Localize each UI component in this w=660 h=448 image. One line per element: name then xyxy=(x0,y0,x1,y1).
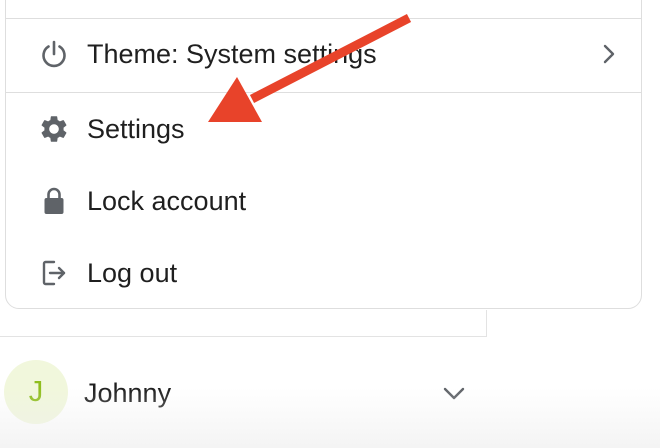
menu-item-lock-account[interactable]: Lock account xyxy=(6,172,641,230)
account-menu: Theme: System settings Settings Lock acc… xyxy=(5,0,642,309)
menu-item-settings[interactable]: Settings xyxy=(6,100,641,158)
menu-item-label: Lock account xyxy=(87,186,247,216)
menu-item-theme[interactable]: Theme: System settings xyxy=(6,25,641,83)
menu-divider-top xyxy=(6,18,641,19)
menu-item-label: Theme: System settings xyxy=(87,39,377,69)
gear-icon xyxy=(37,112,71,146)
chevron-down-icon[interactable] xyxy=(441,381,467,405)
avatar: J xyxy=(4,360,68,424)
logout-icon xyxy=(37,256,71,290)
avatar-initial: J xyxy=(28,375,44,408)
lock-icon xyxy=(37,184,71,218)
menu-item-label: Log out xyxy=(87,258,178,288)
account-name: Johnny xyxy=(84,378,172,408)
menu-item-label: Settings xyxy=(87,114,185,144)
menu-item-log-out[interactable]: Log out xyxy=(6,244,641,302)
power-icon xyxy=(37,37,71,71)
chevron-right-icon xyxy=(599,42,619,66)
menu-divider xyxy=(6,92,641,93)
account-switcher[interactable]: J Johnny xyxy=(0,336,487,448)
